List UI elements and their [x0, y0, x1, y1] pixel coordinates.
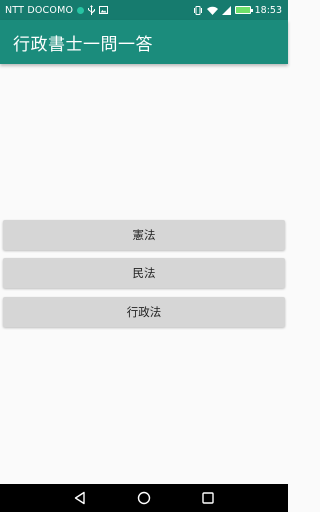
vibrate-icon [193, 5, 203, 15]
wifi-icon [206, 6, 218, 15]
subject-button-administrative-law[interactable]: 行政法 [3, 297, 285, 327]
recents-icon[interactable] [194, 484, 222, 512]
clock: 18:53 [254, 4, 282, 16]
status-right: 18:53 [193, 5, 282, 16]
usb-icon [88, 5, 96, 15]
carrier-name: NTT DOCOMO [5, 4, 74, 16]
back-icon[interactable] [66, 484, 94, 512]
notification-dot-icon [77, 6, 85, 14]
home-icon[interactable] [130, 484, 158, 512]
status-bar: NTT DOCOMO 18:53 [0, 0, 288, 20]
navigation-bar [0, 484, 288, 512]
signal-icon [221, 5, 231, 15]
image-icon [99, 6, 109, 14]
subject-button-civil-law[interactable]: 民法 [3, 258, 285, 288]
status-left: NTT DOCOMO [5, 4, 109, 16]
subject-list: 憲法 民法 行政法 [0, 64, 288, 484]
app-bar: 行政書士一問一答 [0, 20, 288, 64]
subject-button-constitution[interactable]: 憲法 [3, 220, 285, 250]
battery-icon [234, 6, 253, 14]
app-title: 行政書士一問一答 [13, 34, 153, 55]
